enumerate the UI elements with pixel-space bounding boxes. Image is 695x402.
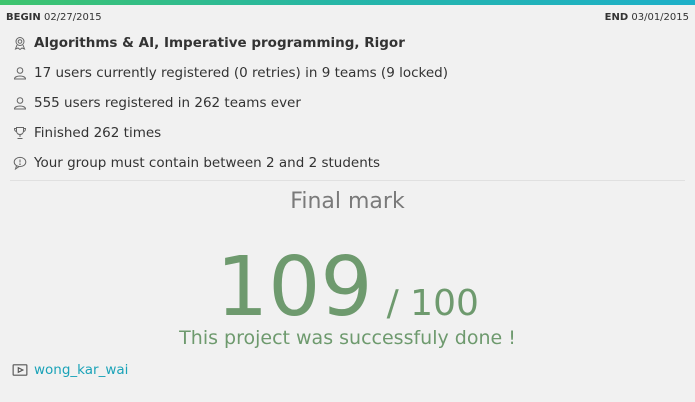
project-dates: BEGIN 02/27/2015 END 03/01/2015 — [6, 12, 689, 26]
leader-link[interactable]: wong_kar_wai — [34, 362, 128, 378]
section-divider — [10, 180, 685, 181]
current-users-text: 17 users currently registered (0 retries… — [34, 65, 448, 81]
finished-row: Finished 262 times — [12, 118, 683, 148]
current-users-row: 17 users currently registered (0 retries… — [12, 58, 683, 88]
skills-text: Algorithms & AI, Imperative programming,… — [34, 35, 405, 51]
begin-value: 02/27/2015 — [43, 12, 102, 23]
skills-row: Algorithms & AI, Imperative programming,… — [12, 28, 683, 58]
score-value: 109 — [216, 240, 373, 335]
finished-text: Finished 262 times — [34, 125, 162, 141]
group-rule-text: Your group must contain between 2 and 2 … — [34, 155, 381, 171]
score-max: / 100 — [386, 283, 479, 324]
total-users-row: 555 users registered in 262 teams ever — [12, 88, 683, 118]
trophy-icon — [12, 125, 28, 141]
success-message: This project was successfuly done ! — [179, 327, 516, 349]
total-users-text: 555 users registered in 262 teams ever — [34, 95, 301, 111]
video-icon — [12, 362, 28, 378]
end-date: END 03/01/2015 — [605, 12, 689, 23]
begin-date: BEGIN 02/27/2015 — [6, 12, 102, 23]
top-gradient-bar — [0, 0, 695, 5]
end-label: END — [604, 12, 629, 23]
end-value: 03/01/2015 — [631, 12, 689, 23]
user-icon — [12, 65, 28, 81]
badge-icon — [12, 35, 28, 51]
project-info-list: Algorithms & AI, Imperative programming,… — [12, 28, 683, 178]
final-mark-title: Final mark — [290, 189, 405, 214]
speech-bubble-icon — [12, 155, 28, 171]
user-icon — [12, 95, 28, 111]
final-score: 109 / 100 — [0, 240, 695, 336]
begin-label: BEGIN — [6, 12, 41, 23]
team-leader: wong_kar_wai — [12, 362, 128, 378]
group-rule-row: Your group must contain between 2 and 2 … — [12, 148, 683, 178]
